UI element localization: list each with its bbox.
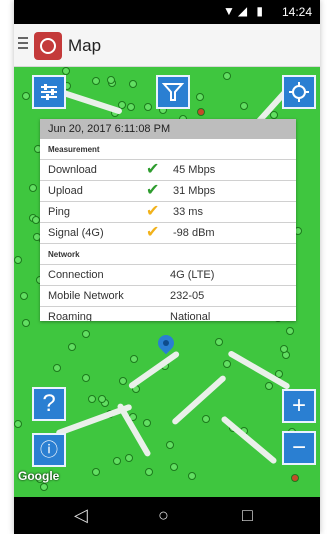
map-dot[interactable] [286, 327, 294, 335]
map-dot[interactable] [197, 108, 205, 116]
map-dot[interactable] [130, 355, 138, 363]
popup-datetime: Jun 20, 2017 6:11:08 PM [40, 119, 296, 139]
status-icons: ▼◢ ▮ [222, 4, 266, 18]
phone-screen: ▼◢ ▮ 14:24 Map Jun 20, 2017 6:11:08 PM M… [14, 0, 320, 534]
settings-button[interactable] [32, 75, 66, 109]
map-dot[interactable] [107, 76, 115, 84]
check-icon: ✔ [146, 224, 160, 241]
map-dot[interactable] [223, 72, 231, 80]
map-dot[interactable] [62, 67, 70, 75]
row-value: 232-05 [170, 290, 205, 302]
measurement-section-label: Measurement [40, 139, 296, 160]
home-icon[interactable]: ○ [158, 505, 169, 526]
map-dot[interactable] [143, 419, 151, 427]
row-value: 31 Mbps [173, 185, 216, 197]
map-dot[interactable] [196, 93, 204, 101]
recents-icon[interactable]: □ [242, 505, 253, 526]
back-icon[interactable]: ◁ [74, 505, 88, 526]
map-dot[interactable] [20, 292, 28, 300]
map-dot[interactable] [202, 415, 210, 423]
map-dot[interactable] [129, 80, 137, 88]
row-label: Download [48, 164, 97, 176]
row-label: Ping [48, 206, 71, 218]
map-dot[interactable] [53, 364, 61, 372]
map-dot[interactable] [32, 216, 40, 224]
map-dot[interactable] [240, 102, 248, 110]
network-section-label: Network [40, 244, 296, 265]
row-label: Mobile Network [48, 290, 124, 302]
map-dot[interactable] [170, 463, 178, 471]
app-bar: Map [14, 24, 320, 67]
row-label: Roaming [48, 311, 93, 321]
locate-button[interactable] [282, 75, 316, 109]
map-dot[interactable] [22, 319, 30, 327]
stopwatch-logo-icon [34, 32, 62, 60]
map-dot[interactable] [29, 184, 37, 192]
crosshair-icon [289, 82, 309, 102]
zoom-out-button[interactable]: − [282, 431, 316, 465]
zoom-in-button[interactable]: + [282, 389, 316, 423]
menu-icon[interactable] [18, 37, 28, 49]
map-dot[interactable] [82, 330, 90, 338]
measurement-row-signal: Signal (4G) ✔ -98 dBm [40, 223, 296, 244]
measurement-row-download: Download ✔ 45 Mbps [40, 160, 296, 181]
page-title: Map [68, 36, 102, 55]
row-label: Upload [48, 185, 83, 197]
status-time: 14:24 [281, 5, 312, 19]
network-row-connection: Connection 4G (LTE) [40, 265, 296, 286]
row-value: 45 Mbps [173, 164, 216, 176]
network-row-mobile-network: Mobile Network 232-05 [40, 286, 296, 307]
map-dot[interactable] [223, 360, 231, 368]
info-button[interactable]: ⓘ [32, 433, 66, 467]
map-dot[interactable] [82, 374, 90, 382]
row-label: Connection [48, 269, 104, 281]
check-icon: ✔ [146, 203, 160, 220]
map-dot[interactable] [92, 77, 100, 85]
check-icon: ✔ [146, 161, 160, 178]
filter-button[interactable] [156, 75, 190, 109]
filter-icon [161, 83, 185, 101]
map-dot[interactable] [145, 468, 153, 476]
map-dot[interactable] [40, 483, 48, 491]
map-dot[interactable] [14, 420, 22, 428]
map-dot[interactable] [280, 345, 288, 353]
status-bar: ▼◢ ▮ 14:24 [14, 0, 320, 24]
sliders-icon [41, 84, 57, 100]
map-dot[interactable] [68, 343, 76, 351]
row-value: National [170, 311, 211, 321]
measurement-row-upload: Upload ✔ 31 Mbps [40, 181, 296, 202]
help-button[interactable]: ? [32, 387, 66, 421]
map-dot[interactable] [291, 474, 299, 482]
map-dot[interactable] [125, 454, 133, 462]
map-dot[interactable] [88, 395, 96, 403]
row-value: 4G (LTE) [170, 269, 215, 281]
map-dot[interactable] [92, 468, 100, 476]
row-label: Signal (4G) [48, 227, 104, 239]
map-dot[interactable] [119, 377, 127, 385]
map-dot[interactable] [215, 338, 223, 346]
network-row-roaming: Roaming National [40, 307, 296, 321]
check-icon: ✔ [146, 182, 160, 199]
navigation-bar: ◁ ○ □ [14, 497, 320, 534]
measurement-row-ping: Ping ✔ 33 ms [40, 202, 296, 223]
map-dot[interactable] [22, 92, 30, 100]
map-dot[interactable] [144, 103, 152, 111]
map-dot[interactable] [166, 441, 174, 449]
row-value: -98 dBm [173, 227, 215, 239]
google-attribution: Google [18, 469, 60, 483]
map-dot[interactable] [265, 382, 273, 390]
map-dot[interactable] [98, 395, 106, 403]
row-value: 33 ms [173, 206, 203, 218]
map-view[interactable]: Jun 20, 2017 6:11:08 PM Measurement Down… [14, 67, 320, 497]
map-dot[interactable] [188, 472, 196, 480]
map-dot[interactable] [14, 256, 22, 264]
map-dot[interactable] [113, 457, 121, 465]
map-dot[interactable] [127, 103, 135, 111]
measurement-popup[interactable]: Jun 20, 2017 6:11:08 PM Measurement Down… [40, 119, 296, 321]
map-dot[interactable] [270, 111, 278, 119]
